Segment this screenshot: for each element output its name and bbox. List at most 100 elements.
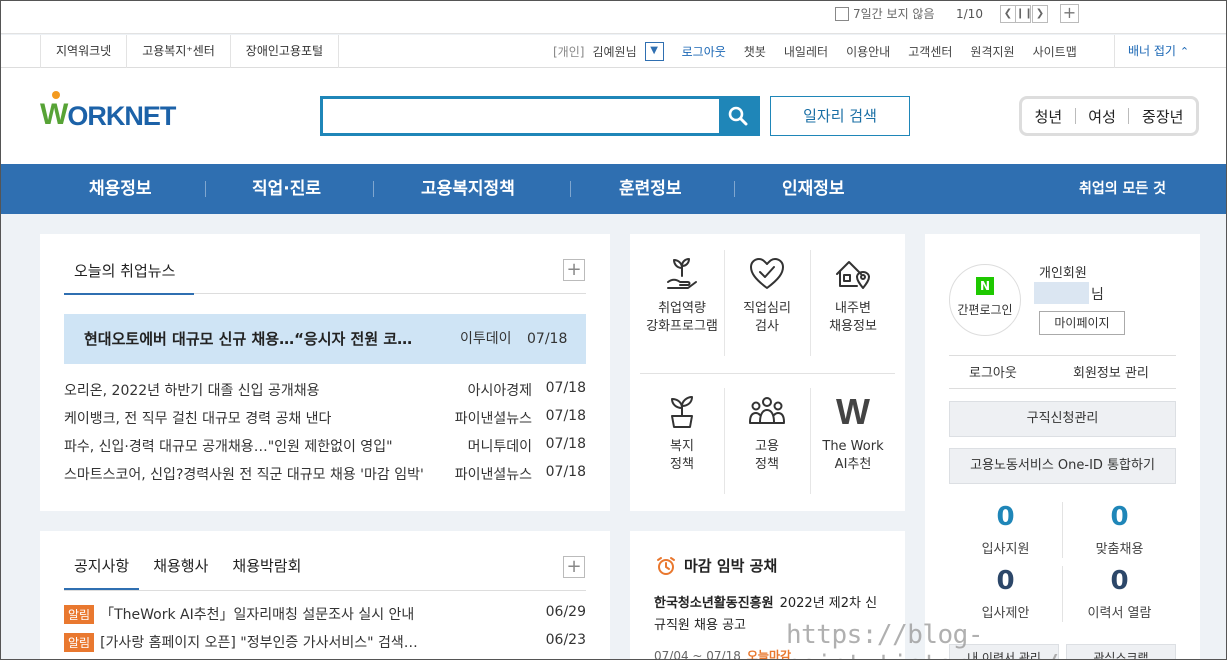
service-label-1: 복지 bbox=[670, 439, 694, 454]
main-navigation: 채용정보 직업·진로 고용복지정책 훈련정보 인재정보 취업의 모든 것 bbox=[0, 164, 1227, 214]
link-newsletter[interactable]: 내일레터 bbox=[784, 43, 828, 60]
service-employability-program[interactable]: 취업역량 강화프로그램 bbox=[642, 254, 722, 336]
stat-applications[interactable]: 0 입사지원 bbox=[949, 502, 1062, 557]
service-welfare-policy[interactable]: 복지 정책 bbox=[642, 392, 722, 474]
news-title: 스마트스코어, 신입?경력사원 전 직군 대규모 채용 '마감 임박' bbox=[64, 467, 424, 483]
member-links: [개인] 김예원님 ▼ 로그아웃 챗봇 내일레터 이용안내 고객센터 원격지원 … bbox=[553, 35, 1095, 68]
tab-youth[interactable]: 청년 bbox=[1035, 106, 1063, 127]
member-panel: N 간편로그인 개인회원 님 마이페이지 로그아웃 회원정보 관리 구직신청관리… bbox=[925, 234, 1200, 660]
nav-talent[interactable]: 인재정보 bbox=[782, 164, 845, 214]
deadline-status: 오늘마감 bbox=[746, 649, 792, 660]
nav-welfare-policy[interactable]: 고용복지정책 bbox=[421, 164, 515, 214]
link-remote-support[interactable]: 원격지원 bbox=[970, 43, 1014, 60]
worknet-logo[interactable]: W ORKNET bbox=[40, 91, 176, 132]
link-disabled-portal[interactable]: 장애인고용포털 bbox=[231, 35, 340, 68]
tab-recruit-events[interactable]: 채용행사 bbox=[143, 555, 218, 590]
banner-fold-button[interactable]: 배너 접기 ⌃ bbox=[1114, 35, 1189, 68]
mypage-button[interactable]: 마이페이지 bbox=[1039, 311, 1125, 335]
job-application-button[interactable]: 구직신청관리 bbox=[949, 401, 1176, 437]
news-title: 오리온, 2022년 하반기 대졸 신입 공개채용 bbox=[64, 383, 320, 399]
notice-item[interactable]: 알림 [가사랑 홈페이지 오픈] "정부인증 가사서비스" 검색… 06/23 bbox=[64, 632, 586, 652]
logo-w: W bbox=[40, 91, 68, 131]
service-vocational-test[interactable]: 직업심리 검사 bbox=[727, 254, 807, 336]
news-item[interactable]: 파수, 신입·경력 대규모 공개채용…"인원 제한없이 영입" 머니투데이 07… bbox=[64, 436, 586, 456]
link-regional-worknet[interactable]: 지역워크넷 bbox=[41, 35, 128, 68]
notice-more-icon[interactable]: + bbox=[563, 556, 585, 578]
service-label-2: 검사 bbox=[755, 319, 779, 334]
deadline-title-text: 마감 임박 공채 bbox=[684, 557, 778, 575]
simple-login-button[interactable]: N 간편로그인 bbox=[949, 264, 1021, 336]
stat-label: 맞춤채용 bbox=[1095, 542, 1144, 557]
stat-value: 0 bbox=[996, 566, 1015, 596]
news-more-icon[interactable]: + bbox=[563, 259, 585, 281]
nav-recruitment[interactable]: 채용정보 bbox=[89, 164, 152, 214]
stat-resume-views[interactable]: 0 이력서 열람 bbox=[1063, 566, 1176, 621]
divider bbox=[1128, 108, 1130, 124]
chevron-right-icon[interactable]: ❯ bbox=[1032, 5, 1048, 23]
tab-notice[interactable]: 공지사항 bbox=[64, 555, 140, 590]
search-input[interactable] bbox=[323, 99, 719, 133]
service-label-2: AI추천 bbox=[834, 457, 872, 472]
link-sitemap[interactable]: 사이트맵 bbox=[1033, 43, 1077, 60]
stat-value: 0 bbox=[996, 502, 1015, 532]
news-item[interactable]: 케이뱅크, 전 직무 걸친 대규모 경력 공채 낸다 파이낸셜뉴스 07/18 bbox=[64, 408, 586, 428]
service-label-1: 고용 bbox=[755, 439, 779, 454]
notice-item[interactable]: 알림 「TheWork AI추천」일자리매칭 설문조사 실시 안내 06/29 bbox=[64, 604, 586, 624]
news-date: 07/18 bbox=[545, 408, 586, 424]
tab-today-news[interactable]: 오늘의 취업뉴스 bbox=[64, 260, 194, 295]
job-search-button[interactable]: 일자리 검색 bbox=[770, 96, 910, 136]
news-item[interactable]: 오리온, 2022년 하반기 대졸 신입 공개채용 아시아경제 07/18 bbox=[64, 380, 586, 400]
service-label-1: 직업심리 bbox=[743, 301, 791, 316]
chevron-down-icon[interactable]: ▼ bbox=[644, 42, 664, 61]
quick-services-card: 취업역량 강화프로그램 직업심리 검사 내주변 채용정보 복지 정책 고용 정책… bbox=[630, 234, 905, 511]
service-thework-ai[interactable]: W The Work AI추천 bbox=[813, 392, 893, 474]
divider bbox=[949, 388, 1176, 389]
logout-link[interactable]: 로그아웃 bbox=[682, 43, 726, 60]
link-guide[interactable]: 이용안내 bbox=[846, 43, 890, 60]
nav-career[interactable]: 직업·진로 bbox=[252, 164, 321, 214]
notice-badge: 알림 bbox=[64, 633, 95, 652]
service-nearby-jobs[interactable]: 내주변 채용정보 bbox=[813, 254, 893, 336]
family-site-links: 지역워크넷 고용복지⁺센터 장애인고용포털 bbox=[40, 35, 340, 68]
stat-matched-jobs[interactable]: 0 맞춤채용 bbox=[1063, 502, 1176, 557]
naver-icon: N bbox=[976, 277, 994, 295]
pause-icon[interactable]: ❙❙ bbox=[1015, 5, 1033, 23]
member-name-suffix: 님 bbox=[1091, 287, 1104, 303]
news-source: 파이낸셜뉴스 bbox=[454, 467, 532, 483]
divider bbox=[810, 388, 811, 494]
one-id-button[interactable]: 고용노동서비스 One-ID 통합하기 bbox=[949, 448, 1176, 484]
tab-middle-aged[interactable]: 중장년 bbox=[1142, 106, 1183, 127]
link-welfare-center[interactable]: 고용복지⁺센터 bbox=[127, 35, 231, 68]
divider bbox=[640, 373, 895, 374]
service-label-1: 내주변 bbox=[835, 301, 871, 316]
news-date: 07/18 bbox=[545, 436, 586, 452]
nav-all-employment[interactable]: 취업의 모든 것 bbox=[1079, 164, 1166, 214]
alarm-clock-icon bbox=[657, 556, 675, 575]
headline-source: 이투데이 bbox=[460, 331, 512, 347]
deadline-title: 마감 임박 공채 bbox=[656, 555, 777, 576]
stat-job-offers[interactable]: 0 입사제안 bbox=[949, 566, 1062, 621]
deadline-company: 한국청소년활동진흥원 bbox=[654, 596, 774, 611]
member-info-button[interactable]: 회원정보 관리 bbox=[1073, 362, 1149, 381]
link-chatbot[interactable]: 챗봇 bbox=[744, 43, 766, 60]
member-name-masked bbox=[1034, 282, 1089, 304]
headline-news[interactable]: 현대오토에버 대규모 신규 채용…“응시자 전원 코… 이투데이 07/18 bbox=[64, 314, 586, 364]
search-button[interactable] bbox=[719, 99, 757, 133]
link-customer-center[interactable]: 고객센터 bbox=[908, 43, 952, 60]
news-item[interactable]: 스마트스코어, 신입?경력사원 전 직군 대규모 채용 '마감 임박' 파이낸셜… bbox=[64, 464, 586, 484]
divider bbox=[1074, 108, 1076, 124]
nav-training[interactable]: 훈련정보 bbox=[619, 164, 682, 214]
tab-job-fair[interactable]: 채용박람회 bbox=[222, 555, 311, 590]
utility-bar: 지역워크넷 고용복지⁺센터 장애인고용포털 [개인] 김예원님 ▼ 로그아웃 챗… bbox=[0, 35, 1227, 68]
hide-7days-checkbox[interactable] bbox=[835, 6, 849, 21]
banner-plus-icon[interactable]: + bbox=[1060, 4, 1079, 23]
hide-7days-label: 7일간 보지 않음 bbox=[853, 7, 935, 21]
hide-7days-option[interactable]: 7일간 보지 않음 bbox=[835, 5, 935, 22]
logout-button[interactable]: 로그아웃 bbox=[969, 362, 1017, 381]
service-employment-policy[interactable]: 고용 정책 bbox=[727, 392, 807, 474]
nav-divider bbox=[205, 181, 206, 197]
news-source: 머니투데이 bbox=[467, 439, 532, 455]
tab-women[interactable]: 여성 bbox=[1088, 106, 1116, 127]
chevron-left-icon[interactable]: ❮ bbox=[1000, 5, 1016, 23]
people-group-icon bbox=[749, 397, 785, 424]
